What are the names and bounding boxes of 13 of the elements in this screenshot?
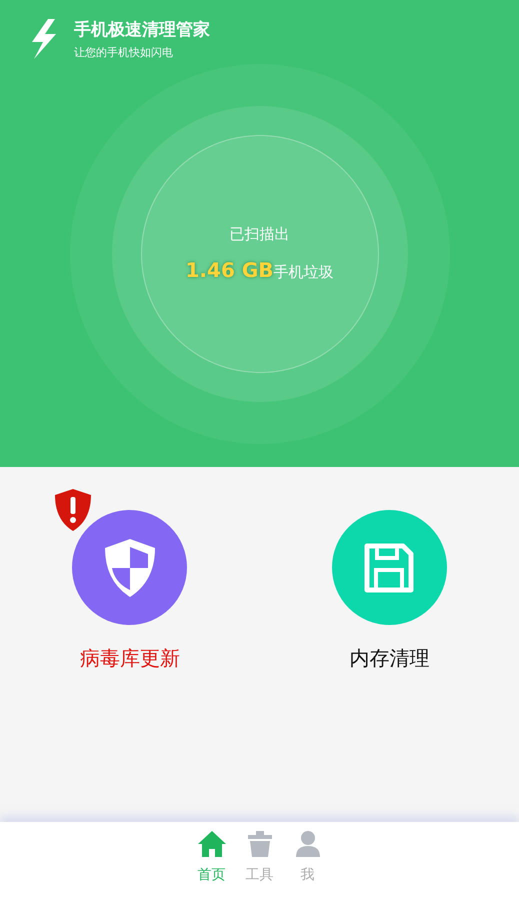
nav-tab[interactable]: 我 [288,822,328,900]
feature-label: 内存清理 [349,645,430,672]
nav-tab[interactable]: 首页 [192,822,232,900]
nav-tab[interactable]: 工具 [240,822,280,900]
trash-can-icon [246,830,272,858]
app-subtitle: 让您的手机快如闪电 [74,45,174,60]
home-icon [196,830,226,858]
junk-label: 手机垃圾 [273,263,334,282]
feature-label: 病毒库更新 [80,645,180,672]
app-title: 手机极速清理管家 [74,19,210,41]
person-icon [294,830,320,858]
scan-caption: 已扫描出 [230,225,290,244]
junk-amount: 1.46 GB [186,258,274,282]
